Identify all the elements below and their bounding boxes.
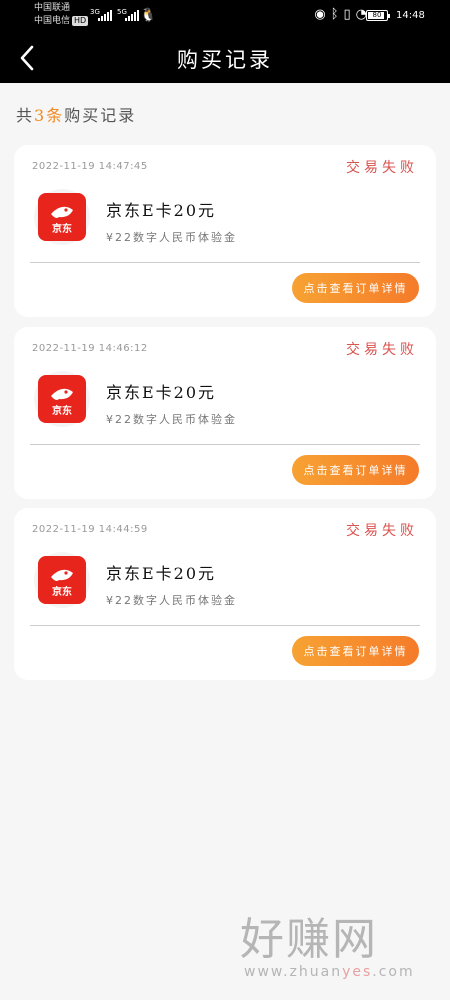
status-time: 14:48 [396,10,425,21]
product-name: 京东E卡20元 [106,383,217,402]
page-title: 购买记录 [177,48,273,72]
record-card: 2022-11-19 14:47:45 交易失败 京东 京东E卡20元 ¥22数… [14,145,436,317]
status-bar: 中国联通 中国电信 HD 3G 5G 🐧 ◉ᛒ▯◔ 80 14:48 [0,0,450,33]
view-order-detail-button[interactable]: 点击查看订单详情 [292,636,419,666]
vibrate-icon: ▯ [343,7,356,22]
logo-text: 京东 [52,405,72,417]
qq-icon: 🐧 [140,8,157,23]
view-order-detail-button[interactable]: 点击查看订单详情 [292,273,419,303]
watermark-logo: 好赚网 [240,914,378,965]
status-icons: ◉ᛒ▯◔ [314,7,372,22]
watermark: 好赚网 www.zhuanyes.com [240,916,440,986]
bluetooth-icon: ᛒ [330,7,344,22]
record-status: 交易失败 [346,523,418,539]
jd-logo-icon: 京东 [38,556,86,604]
signal-icon [125,9,139,21]
record-status: 交易失败 [346,160,418,176]
logo-text: 京东 [52,586,72,598]
record-time: 2022-11-19 14:44:59 [32,524,148,535]
product-logo: 京东 [34,371,90,427]
summary-prefix: 共 [16,106,35,125]
divider [30,262,420,263]
hd-badge: HD [72,16,89,26]
product-description: ¥22数字人民币体验金 [106,413,237,426]
carrier-1: 中国联通 [34,3,71,13]
logo-text: 京东 [52,223,72,235]
product-logo: 京东 [34,189,90,245]
battery-icon: 80 [366,10,390,21]
divider [30,444,420,445]
product-description: ¥22数字人民币体验金 [106,231,237,244]
product-description: ¥22数字人民币体验金 [106,594,237,607]
record-card: 2022-11-19 14:46:12 交易失败 京东 京东E卡20元 ¥22数… [14,327,436,499]
view-order-detail-button[interactable]: 点击查看订单详情 [292,455,419,485]
watermark-url-highlight: yes [342,964,373,980]
record-card: 2022-11-19 14:44:59 交易失败 京东 京东E卡20元 ¥22数… [14,508,436,680]
nav-bar: 购买记录 [0,33,450,83]
summary-suffix: 购买记录 [64,106,137,125]
battery-level: 80 [372,11,382,19]
jd-logo-icon: 京东 [38,375,86,423]
record-summary: 共3条购买记录 [16,102,136,126]
watermark-url-suffix: .com [372,964,415,980]
product-name: 京东E卡20元 [106,201,217,220]
record-count: 3条 [34,106,65,125]
record-time: 2022-11-19 14:47:45 [32,161,148,172]
product-name: 京东E卡20元 [106,564,217,583]
product-logo: 京东 [34,552,90,608]
carrier-2: 中国电信 [34,16,71,26]
watermark-url-prefix: www.zhuan [244,964,343,980]
eye-icon: ◉ [314,7,331,22]
watermark-url: www.zhuanyes.com [244,964,440,980]
divider [30,625,420,626]
jd-logo-icon: 京东 [38,193,86,241]
record-time: 2022-11-19 14:46:12 [32,343,148,354]
record-status: 交易失败 [346,342,418,358]
signal-icon [98,9,112,21]
